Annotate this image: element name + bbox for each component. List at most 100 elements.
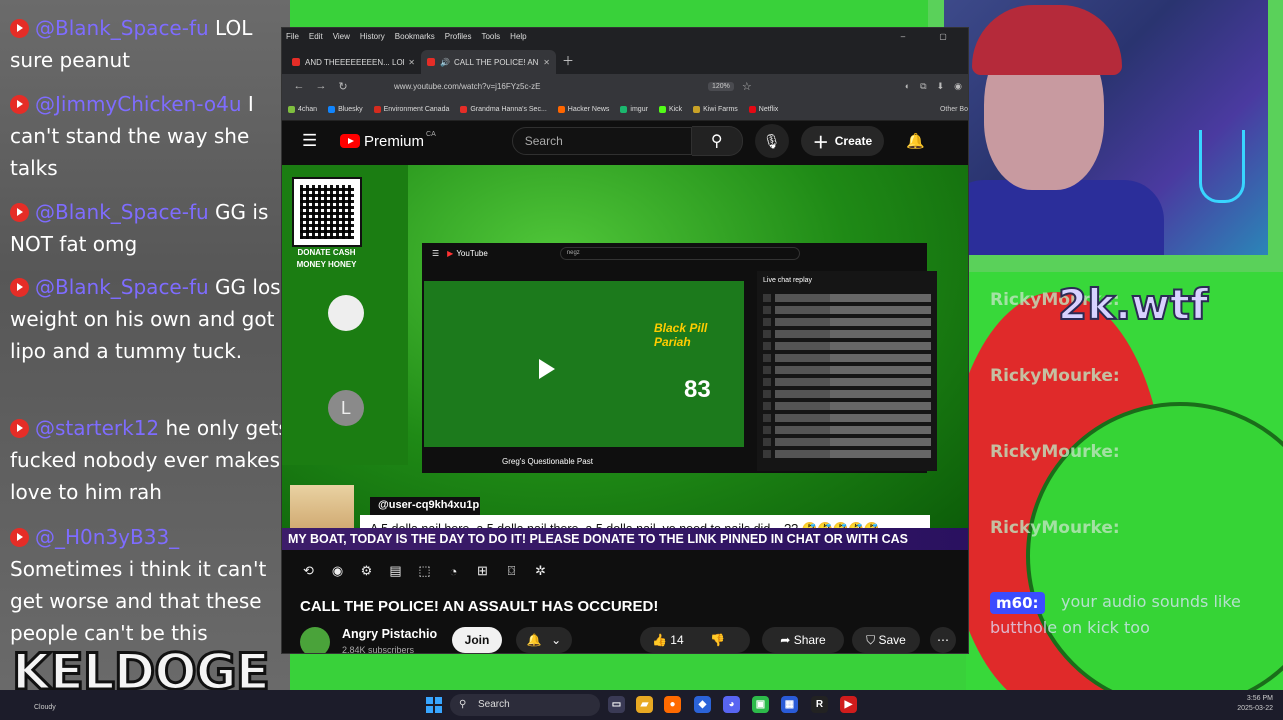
- bookmark-bluesky[interactable]: Bluesky: [328, 105, 363, 113]
- new-tab-button[interactable]: ＋: [562, 52, 574, 69]
- menu-tools[interactable]: Tools: [481, 32, 500, 41]
- address-bar[interactable]: www.youtube.com/watch?v=j16FYz5c-zE: [394, 82, 674, 91]
- search-icon: ⚲: [710, 133, 723, 150]
- chat-line: [763, 390, 931, 398]
- forward-icon[interactable]: →: [310, 80, 332, 92]
- app-icon[interactable]: ▦: [781, 696, 798, 713]
- film-icon[interactable]: ▤: [381, 563, 410, 579]
- dislike-button[interactable]: 👎: [710, 627, 725, 653]
- avatar-letter: L: [328, 390, 364, 426]
- search-input[interactable]: Search: [511, 127, 692, 155]
- youtube-premium-logo[interactable]: Premium CA: [340, 131, 436, 150]
- bookmark-environment-canada[interactable]: Environment Canada: [373, 105, 449, 113]
- channel-name[interactable]: Angry Pistachio: [342, 627, 437, 641]
- bookmark-hacker-news[interactable]: Hacker News: [557, 105, 609, 113]
- app-icon[interactable]: ◆: [694, 696, 711, 713]
- menu-edit[interactable]: Edit: [309, 32, 323, 41]
- extension-icon[interactable]: ◐: [905, 81, 910, 92]
- chat-line: [763, 438, 931, 446]
- webcam-frame: [928, 0, 1283, 272]
- chat-line: [763, 318, 931, 326]
- chat-message: @JimmyChicken-o4u I can't stand the way …: [10, 88, 290, 184]
- bookmark-netflix[interactable]: Netflix: [748, 105, 778, 113]
- like-button[interactable]: 👍 14: [652, 627, 684, 653]
- youtube-icon: [10, 278, 29, 297]
- aspect-icon[interactable]: ⬚: [410, 563, 439, 579]
- windows-start-icon[interactable]: [426, 697, 442, 713]
- youtube-app-icon[interactable]: ▶: [840, 696, 857, 713]
- embedded-search: negz: [559, 246, 800, 260]
- embedded-video: Black Pill Pariah 83: [424, 281, 744, 447]
- gear-icon[interactable]: ✲: [526, 563, 555, 579]
- close-tab-icon[interactable]: ✕: [408, 58, 415, 67]
- taskbar-search[interactable]: ⚲ Search: [450, 694, 600, 716]
- star-icon[interactable]: ☆: [742, 80, 752, 93]
- bookmark-label: Kiwi Farms: [703, 105, 738, 113]
- save-button[interactable]: ⛉ Save: [852, 627, 920, 653]
- zoom-indicator[interactable]: 120%: [708, 81, 734, 91]
- firefox-icon[interactable]: ●: [664, 696, 681, 713]
- back-icon[interactable]: ←: [288, 80, 310, 92]
- task-view-icon[interactable]: ▭: [608, 696, 625, 713]
- speed-icon[interactable]: ◔: [439, 564, 468, 579]
- bookmark-kiwi-farms[interactable]: Kiwi Farms: [693, 105, 738, 113]
- system-clock[interactable]: 3:56 PM 2025-03-22: [1237, 694, 1273, 714]
- menu-profiles[interactable]: Profiles: [445, 32, 472, 41]
- qr-pattern: [300, 185, 354, 239]
- maximize-icon[interactable]: ▢: [928, 32, 958, 41]
- youtube-icon: [10, 203, 29, 222]
- chat-line: [763, 354, 931, 362]
- screenshot-icon[interactable]: ⌼: [497, 563, 526, 579]
- menu-view[interactable]: View: [333, 32, 350, 41]
- chat-text: butthole on kick too: [990, 618, 1150, 637]
- bookmark-imgur[interactable]: imgur: [620, 105, 648, 113]
- tab-call-the-police[interactable]: 🔊 CALL THE POLICE! AN ASSA ✕: [421, 50, 556, 74]
- discord-icon[interactable]: ◕: [723, 696, 740, 713]
- hamburger-menu-icon[interactable]: ☰: [302, 131, 326, 151]
- bookmark-favicon-icon: [328, 105, 336, 113]
- share-button[interactable]: ➦ Share: [762, 627, 844, 653]
- menu-file[interactable]: File: [286, 32, 299, 41]
- play-icon: [539, 359, 555, 379]
- tab-and-theeen[interactable]: AND THEEEEEEEEN... LOL! - Yo ✕: [286, 50, 421, 74]
- weather-widget[interactable]: Cloudy: [34, 704, 56, 711]
- chat-message: @starterk12 he only gets fucked nobody e…: [10, 412, 290, 508]
- bookmark-grandma-hanna[interactable]: Grandma Hanna's Sec...: [460, 105, 547, 113]
- search-icon: ⚲: [459, 699, 467, 710]
- bookmark-kick[interactable]: Kick: [658, 105, 682, 113]
- search-button[interactable]: ⚲: [691, 126, 743, 156]
- channel-avatar[interactable]: [300, 627, 330, 653]
- audio-icon[interactable]: ◉: [323, 563, 352, 579]
- speaker-icon[interactable]: 🔊: [440, 58, 450, 67]
- create-button[interactable]: ＋ Create: [800, 126, 885, 156]
- video-player[interactable]: DONATE CASH MONEY HONEY L ☰ ▶ YouTube ne…: [282, 165, 968, 545]
- youtube-header: ☰ Premium CA Search ⚲ 🎙 ＋ Create 🔔: [282, 121, 968, 161]
- subscribe-bell-button[interactable]: 🔔 ⌄: [516, 627, 572, 653]
- chat-line: [763, 414, 931, 422]
- youtube-favicon-icon: [427, 58, 435, 66]
- r-app-icon[interactable]: R: [811, 696, 828, 713]
- add-icon[interactable]: ⊞: [468, 563, 497, 579]
- menu-bookmarks[interactable]: Bookmarks: [395, 32, 435, 41]
- profile-icon[interactable]: ◉: [954, 81, 962, 92]
- puzzle-icon[interactable]: ⧉: [920, 81, 926, 92]
- menu-history[interactable]: History: [360, 32, 385, 41]
- voice-search-button[interactable]: 🎙: [754, 124, 789, 158]
- minimize-icon[interactable]: –: [888, 32, 918, 41]
- bookmark-4chan[interactable]: 4chan: [288, 105, 317, 113]
- join-button[interactable]: Join: [452, 627, 502, 653]
- chat-username: @_H0n3yB33_: [35, 525, 180, 549]
- close-tab-icon[interactable]: ✕: [543, 58, 550, 67]
- file-explorer-icon[interactable]: ▰: [636, 696, 653, 713]
- app-icon[interactable]: ▣: [752, 696, 769, 713]
- more-actions-button[interactable]: ⋯: [930, 627, 956, 653]
- other-bookmarks[interactable]: Other Bo: [940, 106, 968, 113]
- reload-icon[interactable]: ↻: [332, 80, 354, 93]
- loop-icon[interactable]: ⟲: [294, 563, 323, 579]
- download-icon[interactable]: ⬇: [937, 81, 945, 92]
- settings-icon[interactable]: ⚙: [352, 563, 381, 579]
- donate-qr-code: [292, 177, 362, 247]
- comment-username: @user-cq9kh4xu1p: [370, 497, 480, 515]
- notifications-bell-icon[interactable]: 🔔: [906, 132, 925, 150]
- menu-help[interactable]: Help: [510, 32, 526, 41]
